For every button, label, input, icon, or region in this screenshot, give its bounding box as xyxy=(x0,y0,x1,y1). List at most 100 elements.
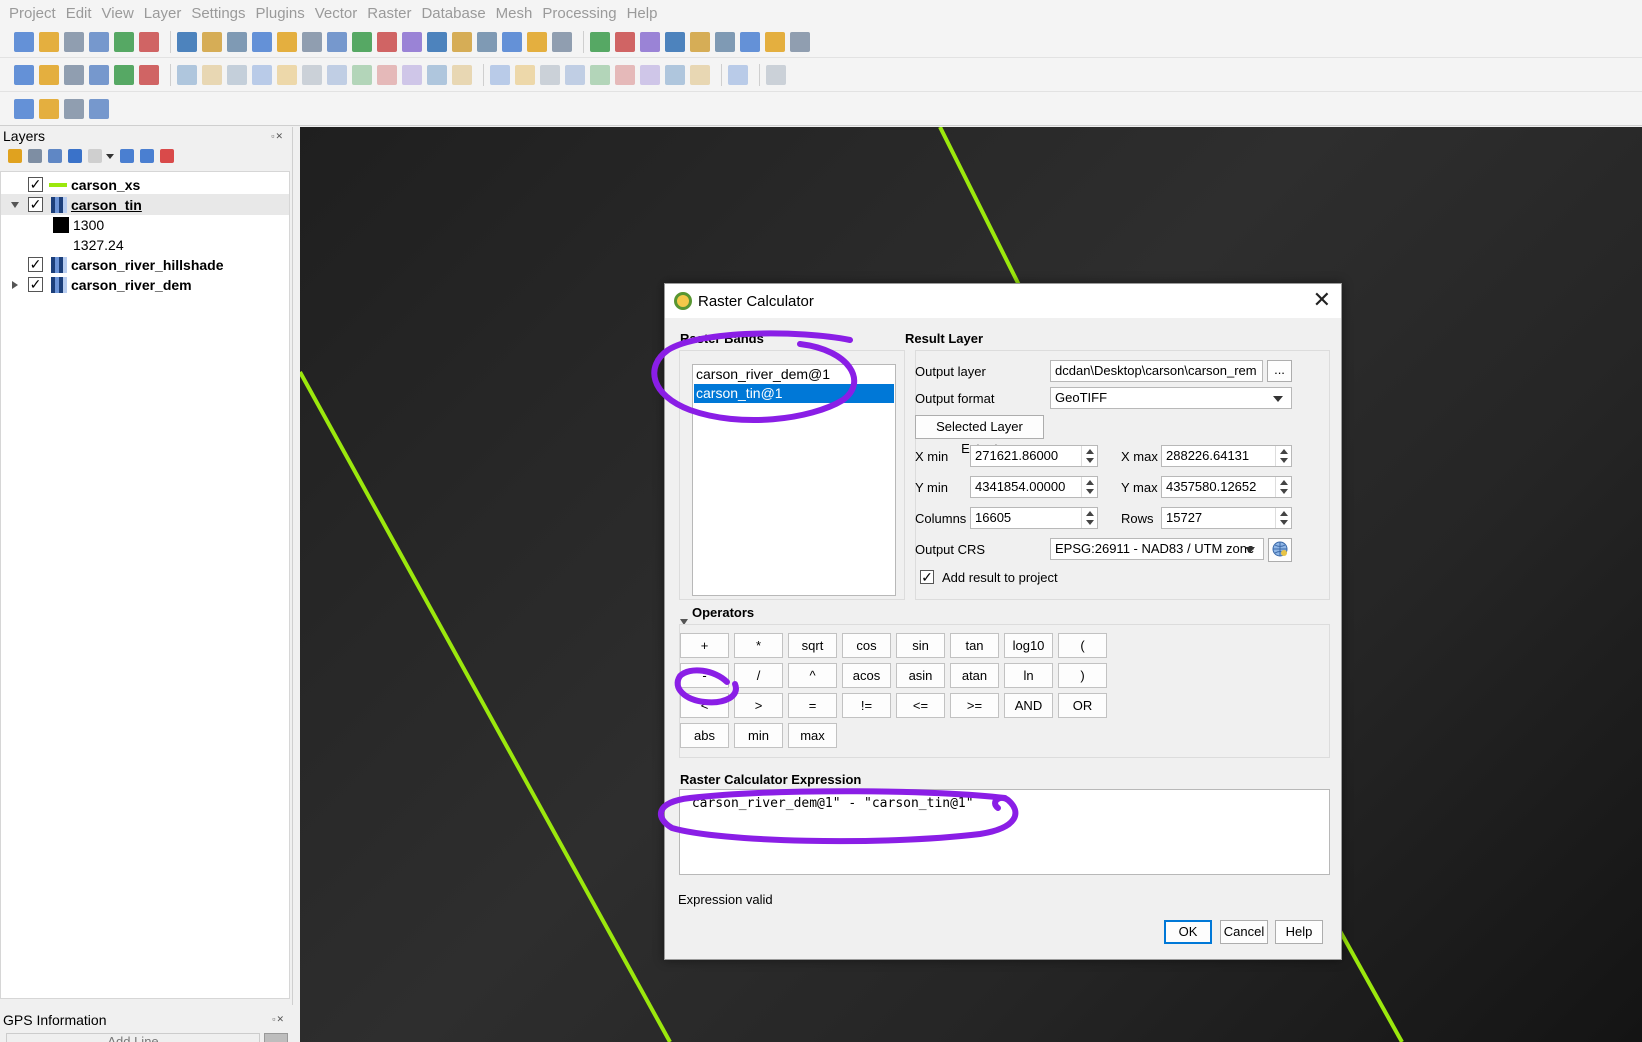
operator-button[interactable]: sqrt xyxy=(788,633,837,658)
filter-expression-icon[interactable] xyxy=(88,149,102,163)
measure-icon[interactable] xyxy=(715,31,735,52)
label-abc-icon[interactable] xyxy=(540,64,560,85)
operator-button[interactable]: log10 xyxy=(1004,633,1053,658)
panel-float-close-icon[interactable]: ▫✕ xyxy=(272,1014,285,1025)
layer-visibility-checkbox[interactable]: ✓ xyxy=(28,197,43,212)
spin-arrows-icon[interactable] xyxy=(1081,477,1097,497)
menu-help[interactable]: Help xyxy=(622,5,663,22)
label-icon[interactable] xyxy=(490,64,510,85)
operator-button[interactable]: sin xyxy=(896,633,945,658)
select-features-icon[interactable] xyxy=(14,98,34,119)
select-crs-button[interactable] xyxy=(1268,538,1292,562)
xmax-spinbox[interactable]: 288226.64131 xyxy=(1161,445,1292,467)
band-item[interactable]: carson_river_dem@1 xyxy=(694,365,894,384)
menu-raster[interactable]: Raster xyxy=(362,5,416,22)
spin-arrows-icon[interactable] xyxy=(1081,508,1097,528)
refresh-icon[interactable] xyxy=(552,31,572,52)
save-as-icon[interactable] xyxy=(89,31,109,52)
show-bookmarks-icon[interactable] xyxy=(502,31,522,52)
open-project-icon[interactable] xyxy=(39,31,59,52)
node-tool-icon[interactable] xyxy=(277,64,297,85)
statistics-icon[interactable] xyxy=(690,31,710,52)
new-virtual-layer-icon[interactable] xyxy=(114,64,134,85)
help-button[interactable]: Help xyxy=(1275,920,1323,944)
search-icon[interactable] xyxy=(765,31,785,52)
operator-button[interactable]: asin xyxy=(896,663,945,688)
add-result-checkbox[interactable]: ✓ xyxy=(920,570,934,584)
zoom-in-icon[interactable] xyxy=(227,31,247,52)
zoom-last-icon[interactable] xyxy=(377,31,397,52)
spin-arrows-icon[interactable] xyxy=(1275,477,1291,497)
operator-button[interactable]: - xyxy=(680,663,729,688)
operator-button[interactable]: * xyxy=(734,633,783,658)
menu-view[interactable]: View xyxy=(97,5,139,22)
delete-icon[interactable] xyxy=(327,64,347,85)
ymin-spinbox[interactable]: 4341854.00000 xyxy=(970,476,1098,498)
operator-button[interactable]: atan xyxy=(950,663,999,688)
browse-button[interactable]: ... xyxy=(1267,360,1292,382)
zoom-to-selection-icon[interactable] xyxy=(302,31,322,52)
menu-processing[interactable]: Processing xyxy=(537,5,621,22)
add-line-button[interactable]: Add Line xyxy=(6,1033,260,1042)
menu-settings[interactable]: Settings xyxy=(186,5,250,22)
add-group-icon[interactable] xyxy=(28,149,42,163)
new-geopackage-icon[interactable] xyxy=(39,64,59,85)
output-layer-input[interactable]: dcdan\Desktop\carson\carson_rem xyxy=(1050,360,1263,382)
checkbox-icon[interactable] xyxy=(139,64,159,85)
gps-color-button[interactable] xyxy=(264,1033,288,1042)
label-change-icon[interactable] xyxy=(640,64,660,85)
operator-button[interactable]: cos xyxy=(842,633,891,658)
zoom-out-icon[interactable] xyxy=(252,31,272,52)
cancel-button[interactable]: Cancel xyxy=(1220,920,1268,944)
layer-visibility-checkbox[interactable]: ✓ xyxy=(28,257,43,272)
expression-editor[interactable]: "carson_river_dem@1" - "carson_tin@1" xyxy=(679,789,1330,875)
map-tips-icon[interactable] xyxy=(740,31,760,52)
layer-visibility-checkbox[interactable]: ✓ xyxy=(28,277,43,292)
ok-button[interactable]: OK xyxy=(1164,920,1212,944)
operator-button[interactable]: OR xyxy=(1058,693,1107,718)
output-format-select[interactable]: GeoTIFF xyxy=(1050,387,1292,409)
layer-visibility-checkbox[interactable]: ✓ xyxy=(28,177,43,192)
spin-arrows-icon[interactable] xyxy=(1275,446,1291,466)
new-3d-view-icon[interactable] xyxy=(452,31,472,52)
manage-themes-icon[interactable] xyxy=(48,149,62,163)
raster-bands-list[interactable]: carson_river_dem@1 carson_tin@1 xyxy=(692,364,896,596)
new-shapefile-icon[interactable] xyxy=(64,64,84,85)
menu-layer[interactable]: Layer xyxy=(139,5,187,22)
panel-float-close-icon[interactable]: ▫✕ xyxy=(271,131,284,142)
print-layout-icon[interactable] xyxy=(114,31,134,52)
operator-button[interactable]: / xyxy=(734,663,783,688)
menu-plugins[interactable]: Plugins xyxy=(251,5,310,22)
label-pin-icon[interactable] xyxy=(515,64,535,85)
operator-button[interactable]: + xyxy=(680,633,729,658)
undo-icon[interactable] xyxy=(427,64,447,85)
ymax-spinbox[interactable]: 4357580.12652 xyxy=(1161,476,1292,498)
zoom-to-layer-icon[interactable] xyxy=(327,31,347,52)
operator-button[interactable]: < xyxy=(680,693,729,718)
rows-spinbox[interactable]: 15727 xyxy=(1161,507,1292,529)
menu-project[interactable]: Project xyxy=(4,5,61,22)
edit-pencil-icon[interactable] xyxy=(177,64,197,85)
new-project-icon[interactable] xyxy=(14,31,34,52)
operator-button[interactable]: = xyxy=(788,693,837,718)
digitize-icon[interactable] xyxy=(89,64,109,85)
close-icon[interactable]: ✕ xyxy=(1313,287,1331,313)
operator-button[interactable]: > xyxy=(734,693,783,718)
operator-button[interactable]: <= xyxy=(896,693,945,718)
zoom-native-icon[interactable] xyxy=(352,31,372,52)
deselect-icon[interactable] xyxy=(39,98,59,119)
layer-item-carson-xs[interactable]: ✓ carson_xs xyxy=(1,174,289,195)
label-rotate-icon[interactable] xyxy=(615,64,635,85)
operator-button[interactable]: ^ xyxy=(788,663,837,688)
spin-arrows-icon[interactable] xyxy=(1275,508,1291,528)
label-show-hide-icon[interactable] xyxy=(665,64,685,85)
expand-all-icon[interactable] xyxy=(120,149,134,163)
operator-button[interactable]: >= xyxy=(950,693,999,718)
band-item-selected[interactable]: carson_tin@1 xyxy=(694,384,894,403)
temporal-controller-icon[interactable] xyxy=(527,31,547,52)
zoom-full-icon[interactable] xyxy=(277,31,297,52)
operator-button[interactable]: max xyxy=(788,723,837,748)
style-panel-icon[interactable] xyxy=(8,149,22,163)
operator-button[interactable]: tan xyxy=(950,633,999,658)
output-crs-select[interactable]: EPSG:26911 - NAD83 / UTM zone xyxy=(1050,538,1264,560)
